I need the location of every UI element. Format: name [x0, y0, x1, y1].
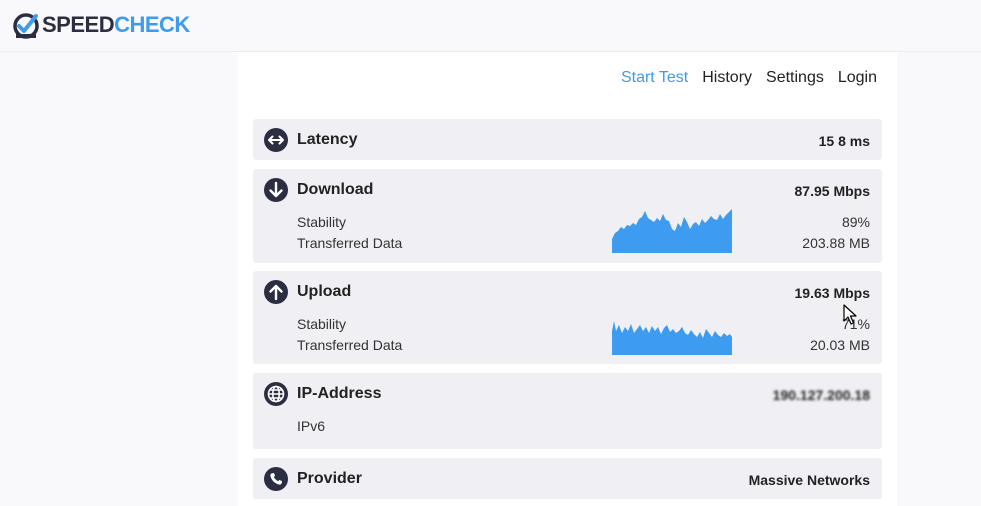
- latency-arrows-icon: [264, 128, 288, 152]
- provider-value: Massive Networks: [748, 472, 870, 488]
- ip-address-card: IP-Address 190.127.200.18 IPv6: [253, 373, 882, 449]
- download-stability-label: Stability: [297, 214, 347, 230]
- phone-icon: [264, 467, 288, 491]
- ip-address-value: 190.127.200.18: [772, 387, 870, 403]
- upload-arrow-icon: [264, 280, 288, 304]
- top-bar: SPEEDCHECK: [0, 0, 981, 52]
- download-title: Download: [297, 181, 374, 198]
- provider-card: Provider Massive Networks: [253, 458, 882, 499]
- nav-start-test[interactable]: Start Test: [621, 69, 688, 87]
- nav-login[interactable]: Login: [838, 69, 877, 87]
- speedcheck-logo[interactable]: SPEEDCHECK: [12, 10, 190, 40]
- upload-transferred-label: Transferred Data: [297, 337, 403, 353]
- ip-version: IPv6: [297, 418, 326, 434]
- upload-value: 19.63 Mbps: [794, 285, 870, 301]
- globe-icon: [264, 382, 288, 406]
- upload-title: Upload: [297, 283, 352, 300]
- main-nav: Start Test History Settings Login: [621, 69, 877, 87]
- download-value: 87.95 Mbps: [794, 183, 870, 199]
- download-arrow-icon: [264, 178, 288, 202]
- logo-text-speed: SPEED: [42, 12, 115, 37]
- download-transferred-value: 203.88 MB: [802, 235, 870, 251]
- provider-title: Provider: [297, 470, 362, 487]
- latency-title: Latency: [297, 131, 358, 148]
- nav-settings[interactable]: Settings: [766, 69, 824, 87]
- nav-history[interactable]: History: [702, 69, 752, 87]
- download-stability-value: 89%: [841, 214, 870, 230]
- download-transferred-label: Transferred Data: [297, 235, 403, 251]
- speedometer-check-icon: [13, 13, 39, 39]
- upload-stability-label: Stability: [297, 316, 347, 332]
- upload-transferred-value: 20.03 MB: [810, 337, 870, 353]
- latency-value: 15 8 ms: [818, 133, 870, 149]
- main-panel: Start Test History Settings Login Latenc…: [238, 52, 897, 506]
- logo-text-check: CHECK: [114, 12, 190, 37]
- upload-speed-graph: [612, 321, 732, 355]
- download-card: Download 87.95 Mbps Stability Transferre…: [253, 169, 882, 263]
- ip-address-title: IP-Address: [297, 385, 382, 402]
- download-speed-graph: [612, 209, 732, 253]
- mouse-cursor-icon: [843, 304, 857, 325]
- latency-card: Latency 15 8 ms: [253, 119, 882, 160]
- upload-card: Upload 19.63 Mbps Stability Transferred …: [253, 271, 882, 364]
